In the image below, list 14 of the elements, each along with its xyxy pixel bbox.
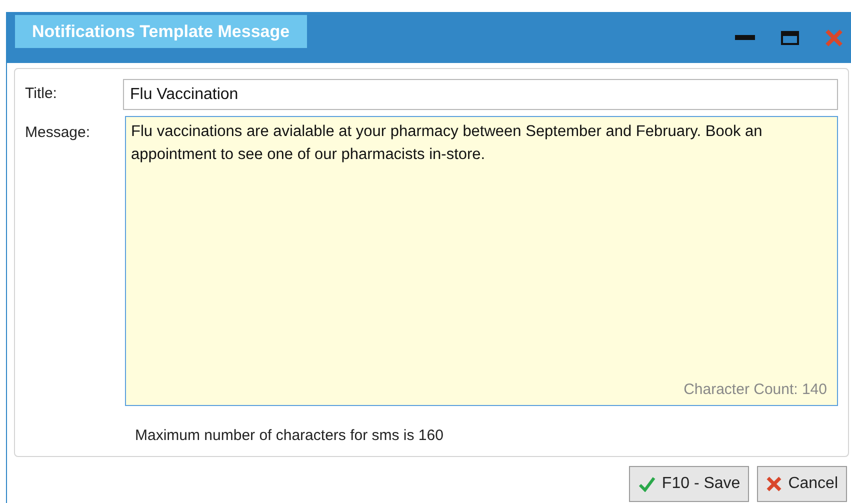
hint-text: Maximum number of characters for sms is 160 <box>135 426 444 446</box>
check-icon <box>638 476 656 492</box>
save-button[interactable]: F10 - Save <box>628 466 750 502</box>
minimize-icon[interactable] <box>735 35 755 41</box>
character-count: Character Count: 140 <box>684 380 828 400</box>
field-label: Message: <box>25 123 92 143</box>
maximize-icon[interactable] <box>781 31 799 45</box>
message-text: Flu vaccinations are avialable at your pharmacy between September and February. Book an appointment to see one of our pharmacists in-store. <box>131 123 762 163</box>
close-icon <box>766 476 782 492</box>
window-title: Notifications Template Message <box>15 15 307 48</box>
cancel-button[interactable]: Cancel <box>757 466 847 502</box>
message-field[interactable]: Flu vaccinations are avialable at your pharmacy between September and February. Book an appointment to see one of our pharmacists in-store. Character Count: 140 <box>125 116 838 406</box>
field-label: Title: <box>25 84 58 104</box>
input-field[interactable]: Flu Vaccination <box>123 79 838 110</box>
